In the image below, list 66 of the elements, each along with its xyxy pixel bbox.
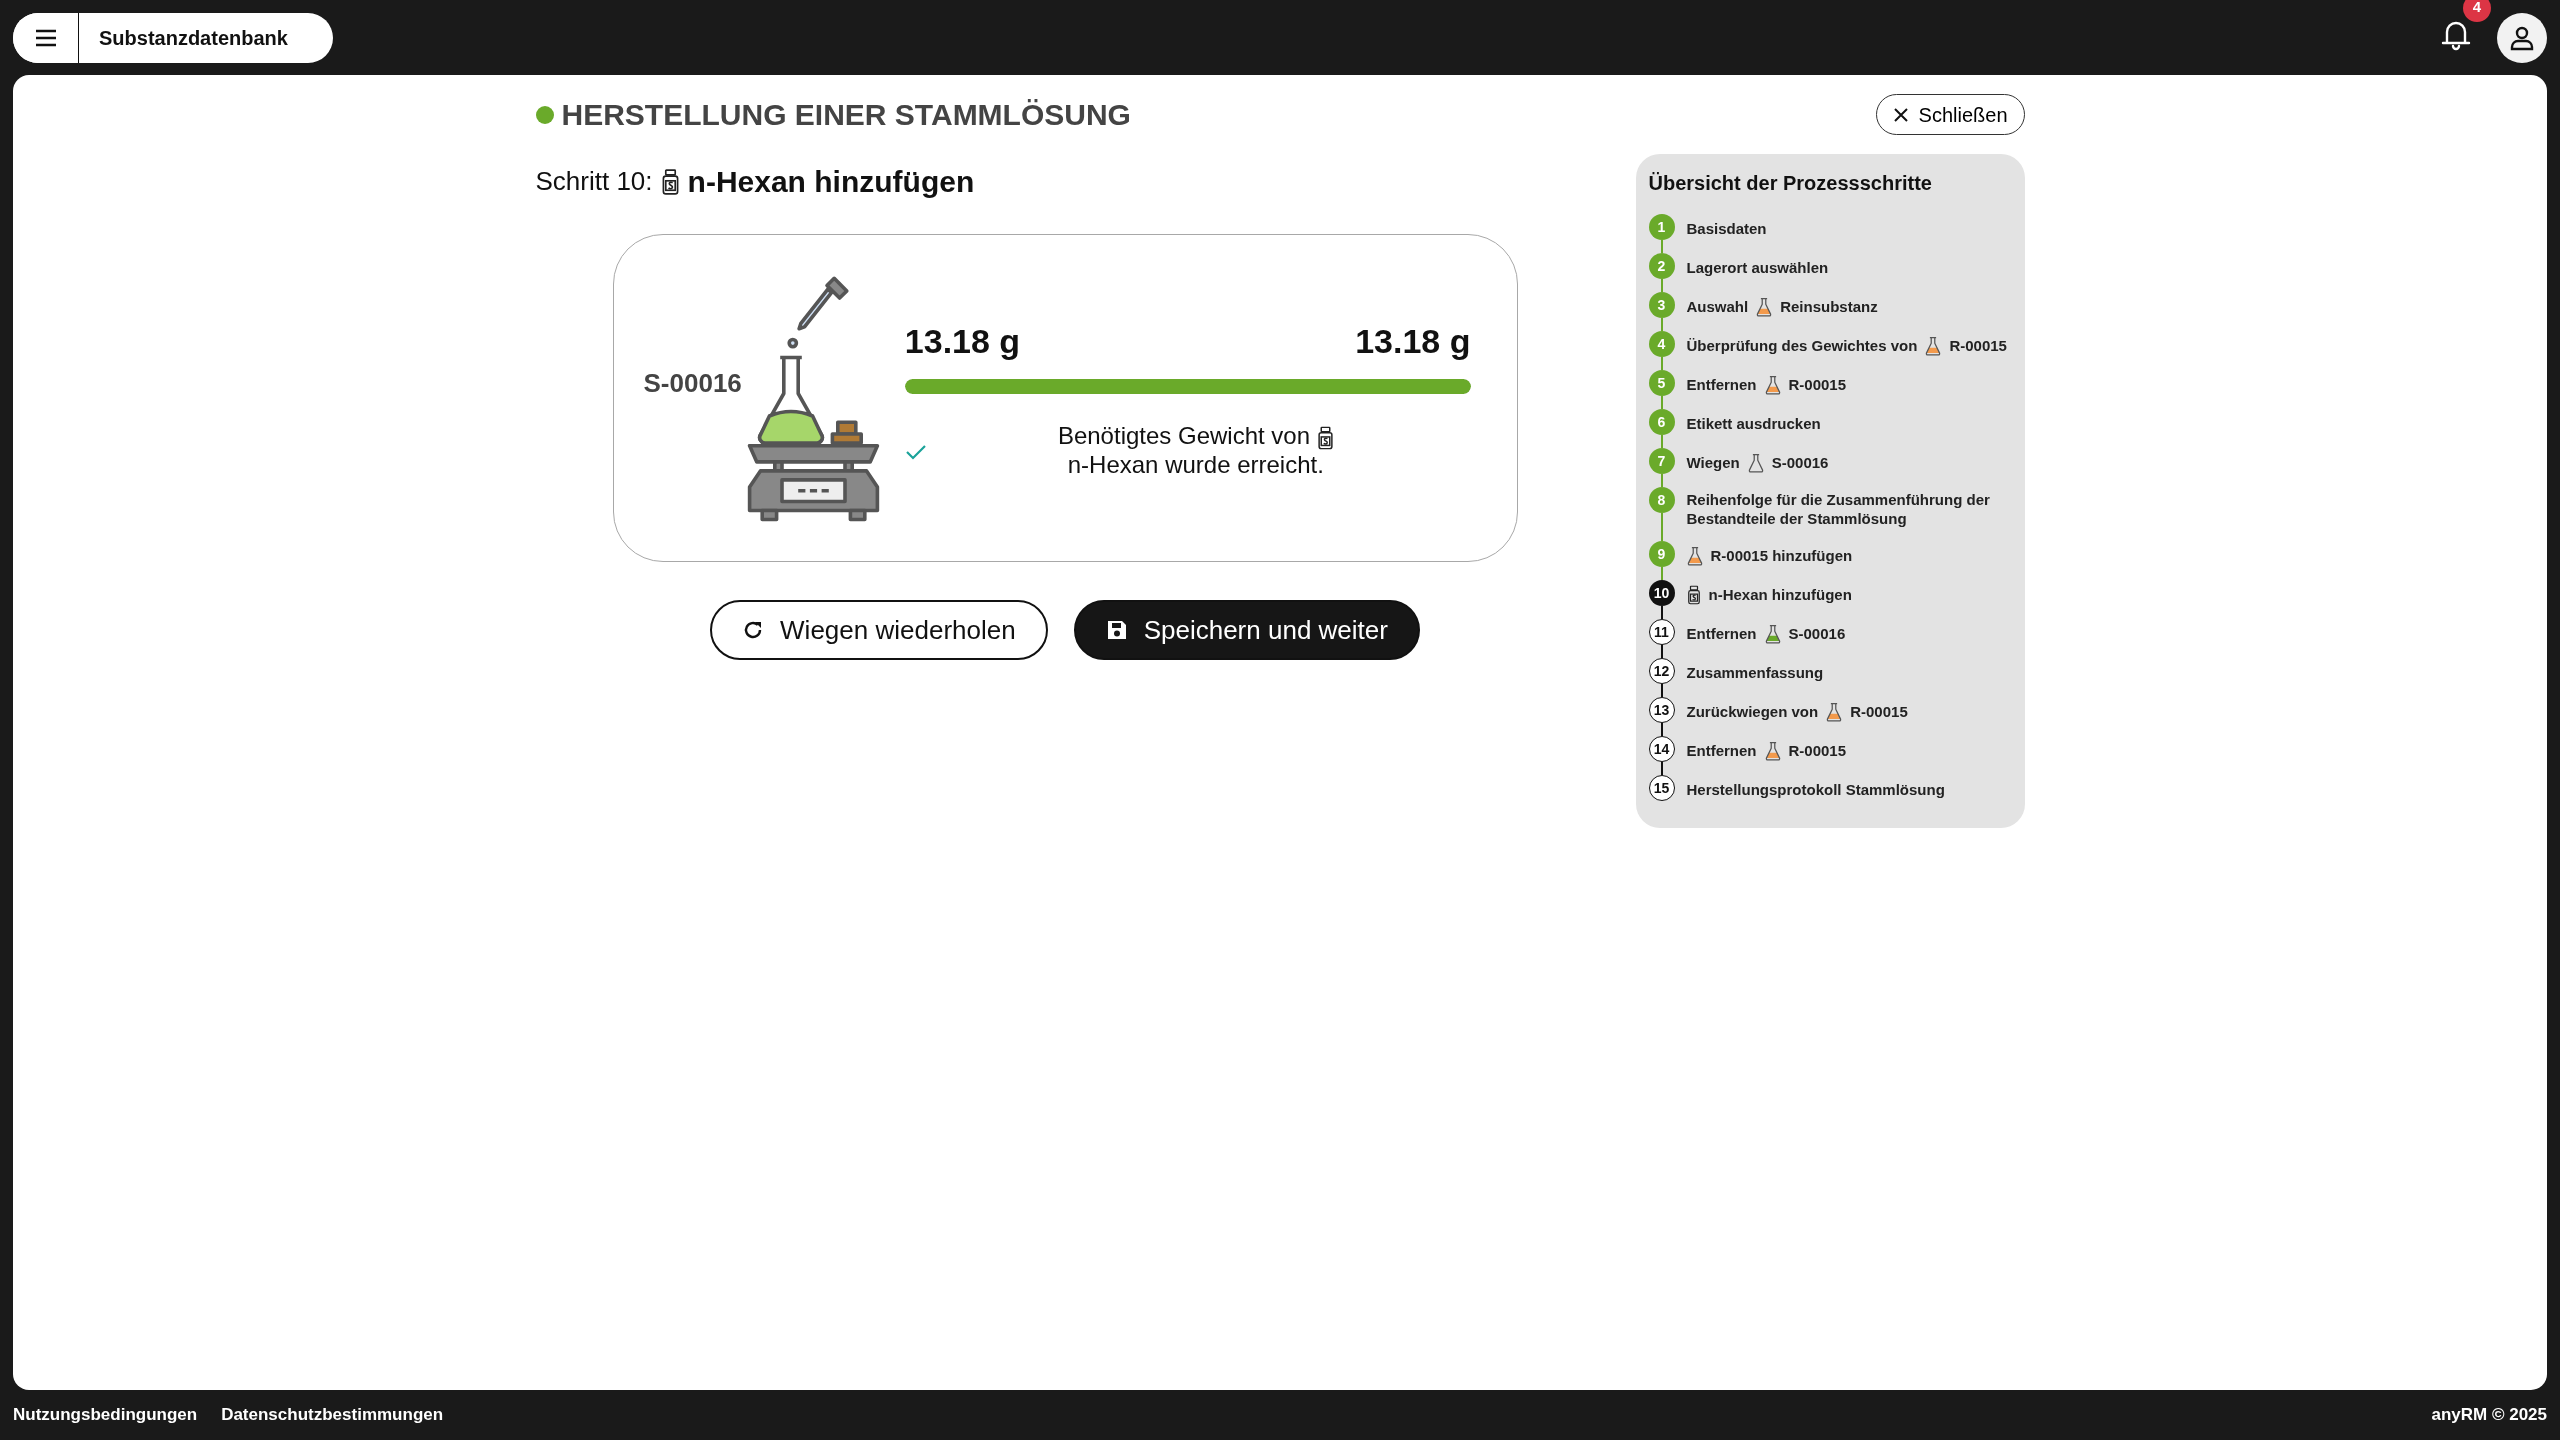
step-label: Zusammenfassung <box>1686 663 1824 682</box>
step-label: R-00015 <box>1949 336 2007 355</box>
current-weight: 13.18 g <box>904 321 1021 363</box>
step-label: Reihenfolge für die Zusammenführung der Bestandteile der Stammlösung <box>1686 490 1991 528</box>
repeat-weighing-button[interactable]: Wiegen wiederholen <box>710 600 1048 660</box>
app-title: Substanzdatenbank <box>98 25 288 51</box>
step-number: 14 <box>1648 736 1675 762</box>
target-weight: 13.18 g <box>1355 321 1471 363</box>
step-number: 5 <box>1648 370 1675 396</box>
step-label: S-00016 <box>1771 453 1829 472</box>
step-number: 10 <box>1648 580 1675 606</box>
step-number: 7 <box>1648 448 1675 474</box>
step-label: Lagerort auswählen <box>1686 258 1829 277</box>
step-label: Überprüfung des Gewichtes von <box>1686 336 1918 355</box>
step-label: Herstellungsprotokoll Stammlösung <box>1686 780 1945 799</box>
menu-icon <box>33 28 58 47</box>
copyright-text: anyRM © 2025 <box>2431 1404 2547 1427</box>
step-label: Auswahl <box>1686 297 1749 316</box>
close-icon <box>1892 106 1909 123</box>
step-label: S-00016 <box>1788 624 1846 643</box>
menu-button[interactable] <box>13 12 79 63</box>
user-icon <box>2509 24 2535 51</box>
step-number: 12 <box>1648 658 1675 684</box>
step-number: 11 <box>1648 619 1675 645</box>
footer-link[interactable]: Datenschutzbestimmungen <box>221 1402 444 1428</box>
jar-icon <box>1686 584 1701 605</box>
message-text: n-Hexan wurde erreicht. <box>1067 451 1324 480</box>
step-number: 9 <box>1648 541 1675 567</box>
step-label: Zurückwiegen von <box>1686 702 1819 721</box>
step-prefix: Schritt 10: <box>535 165 653 198</box>
step-label: Basisdaten <box>1686 219 1767 238</box>
step-number: 1 <box>1648 214 1675 240</box>
step-label: R-00015 hinzufügen <box>1710 546 1853 565</box>
step-label: R-00015 <box>1788 741 1847 760</box>
step-label: Entfernen <box>1686 741 1757 760</box>
step-number: 4 <box>1648 331 1675 357</box>
message-text: Benötigtes Gewicht von <box>1057 422 1311 451</box>
status-dot <box>535 105 554 124</box>
panel-title: Übersicht der Prozessschritte <box>1648 171 1933 196</box>
step-label: R-00015 <box>1850 702 1908 721</box>
step-number: 6 <box>1648 409 1675 435</box>
step-number: 8 <box>1648 487 1675 513</box>
page-title: HERSTELLUNG EINER STAMMLÖSUNG <box>561 97 1131 133</box>
flask-icon <box>1747 452 1764 473</box>
step-number: 3 <box>1648 292 1675 318</box>
step-number: 13 <box>1648 697 1675 723</box>
jar-icon <box>660 168 680 195</box>
close-button[interactable]: Schließen <box>1875 94 2025 135</box>
jar-icon <box>1316 425 1334 450</box>
sample-label: S-00016 <box>643 366 742 400</box>
notification-count-badge: 4 <box>2463 0 2491 22</box>
save-and-continue-button[interactable]: Speichern und weiter <box>1073 600 1420 660</box>
step-number: 15 <box>1648 775 1675 801</box>
step-label: Wiegen <box>1686 453 1740 472</box>
save-icon <box>1105 619 1128 641</box>
step-label: Entfernen <box>1686 624 1757 643</box>
step-number: 2 <box>1648 253 1675 279</box>
step-label: R-00015 <box>1788 375 1847 394</box>
step-label: n-Hexan hinzufügen <box>1708 585 1852 604</box>
step-label: Reinsubstanz <box>1780 297 1878 316</box>
step-label: Entfernen <box>1686 375 1757 394</box>
user-avatar-button[interactable] <box>2497 12 2547 63</box>
step-name: n-Hexan hinzufügen <box>687 164 975 200</box>
footer-link[interactable]: Nutzungsbedingungen <box>13 1402 198 1428</box>
step-label: Etikett ausdrucken <box>1686 414 1821 433</box>
notification-bell-icon[interactable] <box>2441 20 2471 51</box>
